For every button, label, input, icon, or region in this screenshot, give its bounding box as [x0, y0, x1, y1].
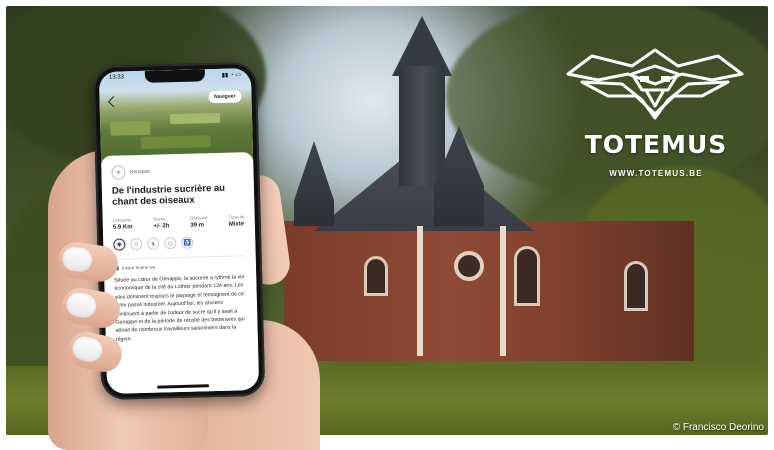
fingernail [61, 246, 94, 274]
walk-icon[interactable]: ✱ [113, 238, 125, 250]
trail-stats: Longueur 5.9 Km Durée +/- 2h Dénivelé 39… [113, 214, 245, 230]
arched-window [624, 261, 648, 311]
arched-window [514, 246, 540, 306]
trail-description: Située au cœur de Genappe, la sucrerie a… [114, 273, 248, 344]
stat-label: Longueur [113, 217, 133, 223]
field [170, 113, 220, 124]
fingernail [70, 335, 104, 365]
bell-tower [399, 66, 445, 186]
stat-label: Type de [229, 214, 245, 219]
arched-window [364, 256, 388, 296]
stat-value: 5.9 Km [113, 224, 133, 231]
stat-value: Mixte [229, 221, 245, 227]
location-row: ⚜ Genappe [111, 162, 243, 179]
signal-battery-icon: ▮▮ ◔ ▭ [222, 71, 241, 80]
field [141, 135, 211, 149]
stat-label: Dénivelé [190, 215, 208, 220]
audio-row[interactable]: Insten Scene ive [114, 262, 246, 270]
brand-url: WWW.TOTEMUS.BE [566, 169, 746, 178]
trail-detail-card: ⚜ Genappe De l'industrie sucrière au cha… [101, 152, 259, 394]
navigate-button[interactable]: Naviguer [208, 90, 242, 103]
stat-value: +/- 2h [153, 223, 169, 229]
fingernail [64, 291, 98, 320]
location-name: Genappe [129, 169, 150, 176]
stat-elevation: Dénivelé 39 m [190, 215, 208, 228]
status-time: 13:33 [109, 74, 124, 82]
stat-duration: Durée +/- 2h [153, 216, 169, 229]
stat-type: Type de Mixte [229, 214, 245, 227]
trail-title: De l'industrie sucrière au chant des ois… [112, 182, 245, 207]
stroller-icon[interactable]: ◎ [164, 237, 176, 249]
brand-name: TOTEMUS [566, 130, 746, 159]
stat-label: Durée [153, 216, 169, 221]
stone-quoin [417, 226, 423, 356]
turret [294, 141, 334, 226]
location-badge-icon: ⚜ [111, 165, 125, 179]
totem-mask-logo-icon [562, 44, 748, 124]
audio-label: Insten Scene ive [122, 265, 155, 271]
activity-icons: ✱ ⊘ ♞ ◎ ♿ [113, 235, 245, 250]
stat-length: Longueur 5.9 Km [113, 217, 133, 231]
bike-icon[interactable]: ⊘ [130, 238, 142, 250]
divider [114, 255, 246, 259]
field [110, 121, 150, 136]
phone-screen: 13:33 ▮▮ ◔ ▭ Naviguer ⚜ Genappe De l'ind… [99, 68, 259, 394]
oculus-window [454, 251, 484, 281]
stat-value: 39 m [190, 222, 208, 228]
stone-quoin [500, 226, 506, 356]
horse-icon[interactable]: ♞ [147, 238, 159, 250]
photo-credit: © Francisco Deorino [673, 422, 764, 433]
accessibility-icon[interactable]: ♿ [181, 237, 193, 249]
